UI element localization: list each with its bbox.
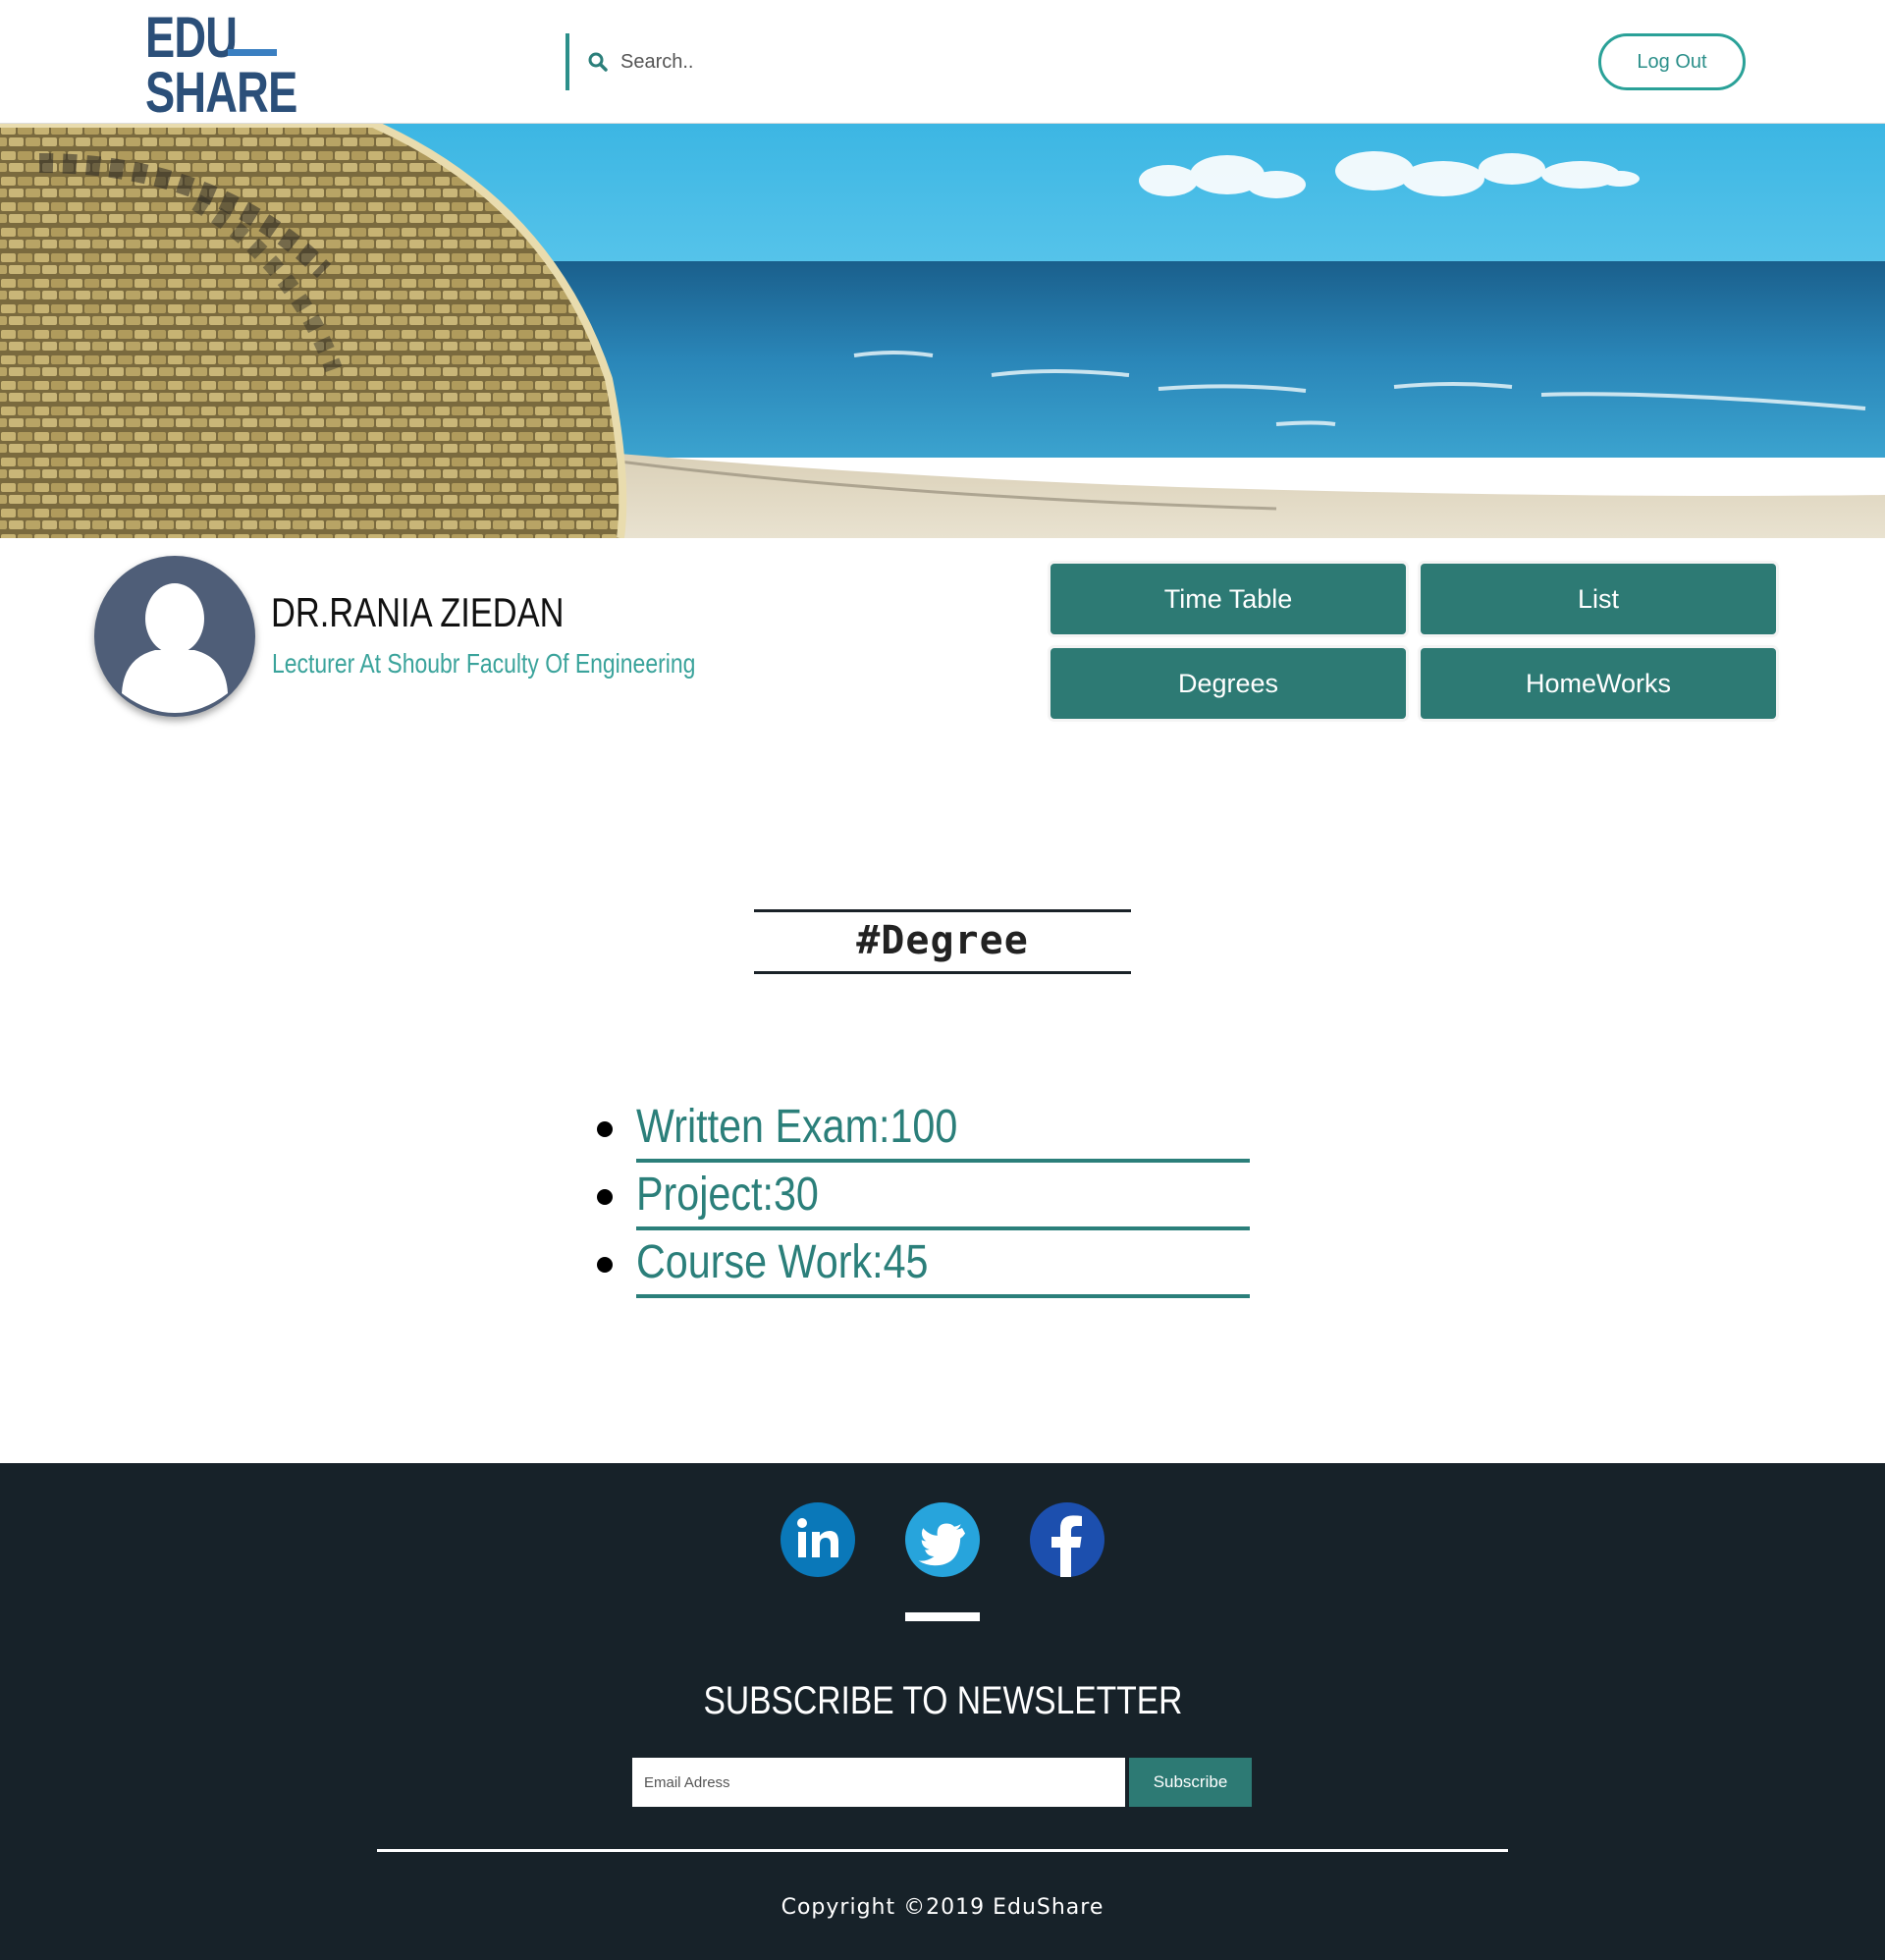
profile-avatar[interactable]: [94, 556, 255, 717]
profile-title: Lecturer At Shoubr Faculty Of Engineerin…: [272, 648, 696, 679]
divider: [636, 1159, 1250, 1163]
divider: [636, 1294, 1250, 1298]
bullet-icon: [597, 1189, 613, 1205]
linkedin-icon: [797, 1518, 838, 1557]
search-icon[interactable]: [587, 51, 609, 73]
degree-list: Written Exam:100 Project:30 Course Work:…: [589, 1100, 1257, 1303]
search-input[interactable]: [620, 45, 1033, 79]
facebook-link[interactable]: [1030, 1502, 1104, 1577]
list-item: Course Work:45: [589, 1235, 1257, 1303]
twitter-icon: [918, 1523, 966, 1566]
subscribe-button[interactable]: Subscribe: [1129, 1758, 1252, 1807]
site-footer: SUBSCRIBE TO NEWSLETTER Subscribe Copyri…: [0, 1463, 1885, 1960]
logout-button[interactable]: Log Out: [1598, 33, 1746, 90]
facebook-icon: [1051, 1515, 1082, 1577]
time-table-button[interactable]: Time Table: [1050, 564, 1406, 634]
degree-item-text: Project:30: [636, 1169, 819, 1221]
edushare-logo[interactable]: EDU SHARE: [145, 6, 297, 122]
footer-rule: [377, 1849, 1508, 1852]
profile-name: DR.RANIA ZIEDAN: [271, 589, 565, 635]
linkedin-link[interactable]: [781, 1502, 855, 1577]
search-bar: [566, 33, 1056, 90]
cover-banner-image: [0, 124, 1885, 538]
logo-text-bottom: SHARE: [145, 61, 297, 125]
copyright-text: Copyright ©2019 EduShare: [781, 1895, 1104, 1920]
list-item: Project:30: [589, 1168, 1257, 1235]
user-silhouette-icon: [122, 583, 228, 713]
divider: [636, 1226, 1250, 1230]
degree-heading: #Degree: [754, 909, 1131, 974]
footer-divider-bar: [905, 1612, 980, 1621]
newsletter-title: SUBSCRIBE TO NEWSLETTER: [0, 1679, 1885, 1723]
list-item: Written Exam:100: [589, 1100, 1257, 1168]
newsletter-title-text: SUBSCRIBE TO NEWSLETTER: [703, 1679, 1182, 1722]
logo-text-top: EDU: [145, 6, 238, 70]
homeworks-button[interactable]: HomeWorks: [1421, 648, 1776, 719]
logo-accent-bar: [228, 49, 277, 56]
degree-item-text: Written Exam:100: [636, 1101, 958, 1153]
degree-item-text: Course Work:45: [636, 1236, 929, 1288]
twitter-link[interactable]: [905, 1502, 980, 1577]
email-field[interactable]: [632, 1758, 1125, 1807]
site-header: EDU SHARE Log Out: [0, 0, 1885, 124]
profile-nav-buttons: Time Table List Degrees HomeWorks: [1045, 560, 1785, 723]
bullet-icon: [597, 1257, 613, 1273]
degrees-button[interactable]: Degrees: [1050, 648, 1406, 719]
bullet-icon: [597, 1121, 613, 1137]
list-button[interactable]: List: [1421, 564, 1776, 634]
